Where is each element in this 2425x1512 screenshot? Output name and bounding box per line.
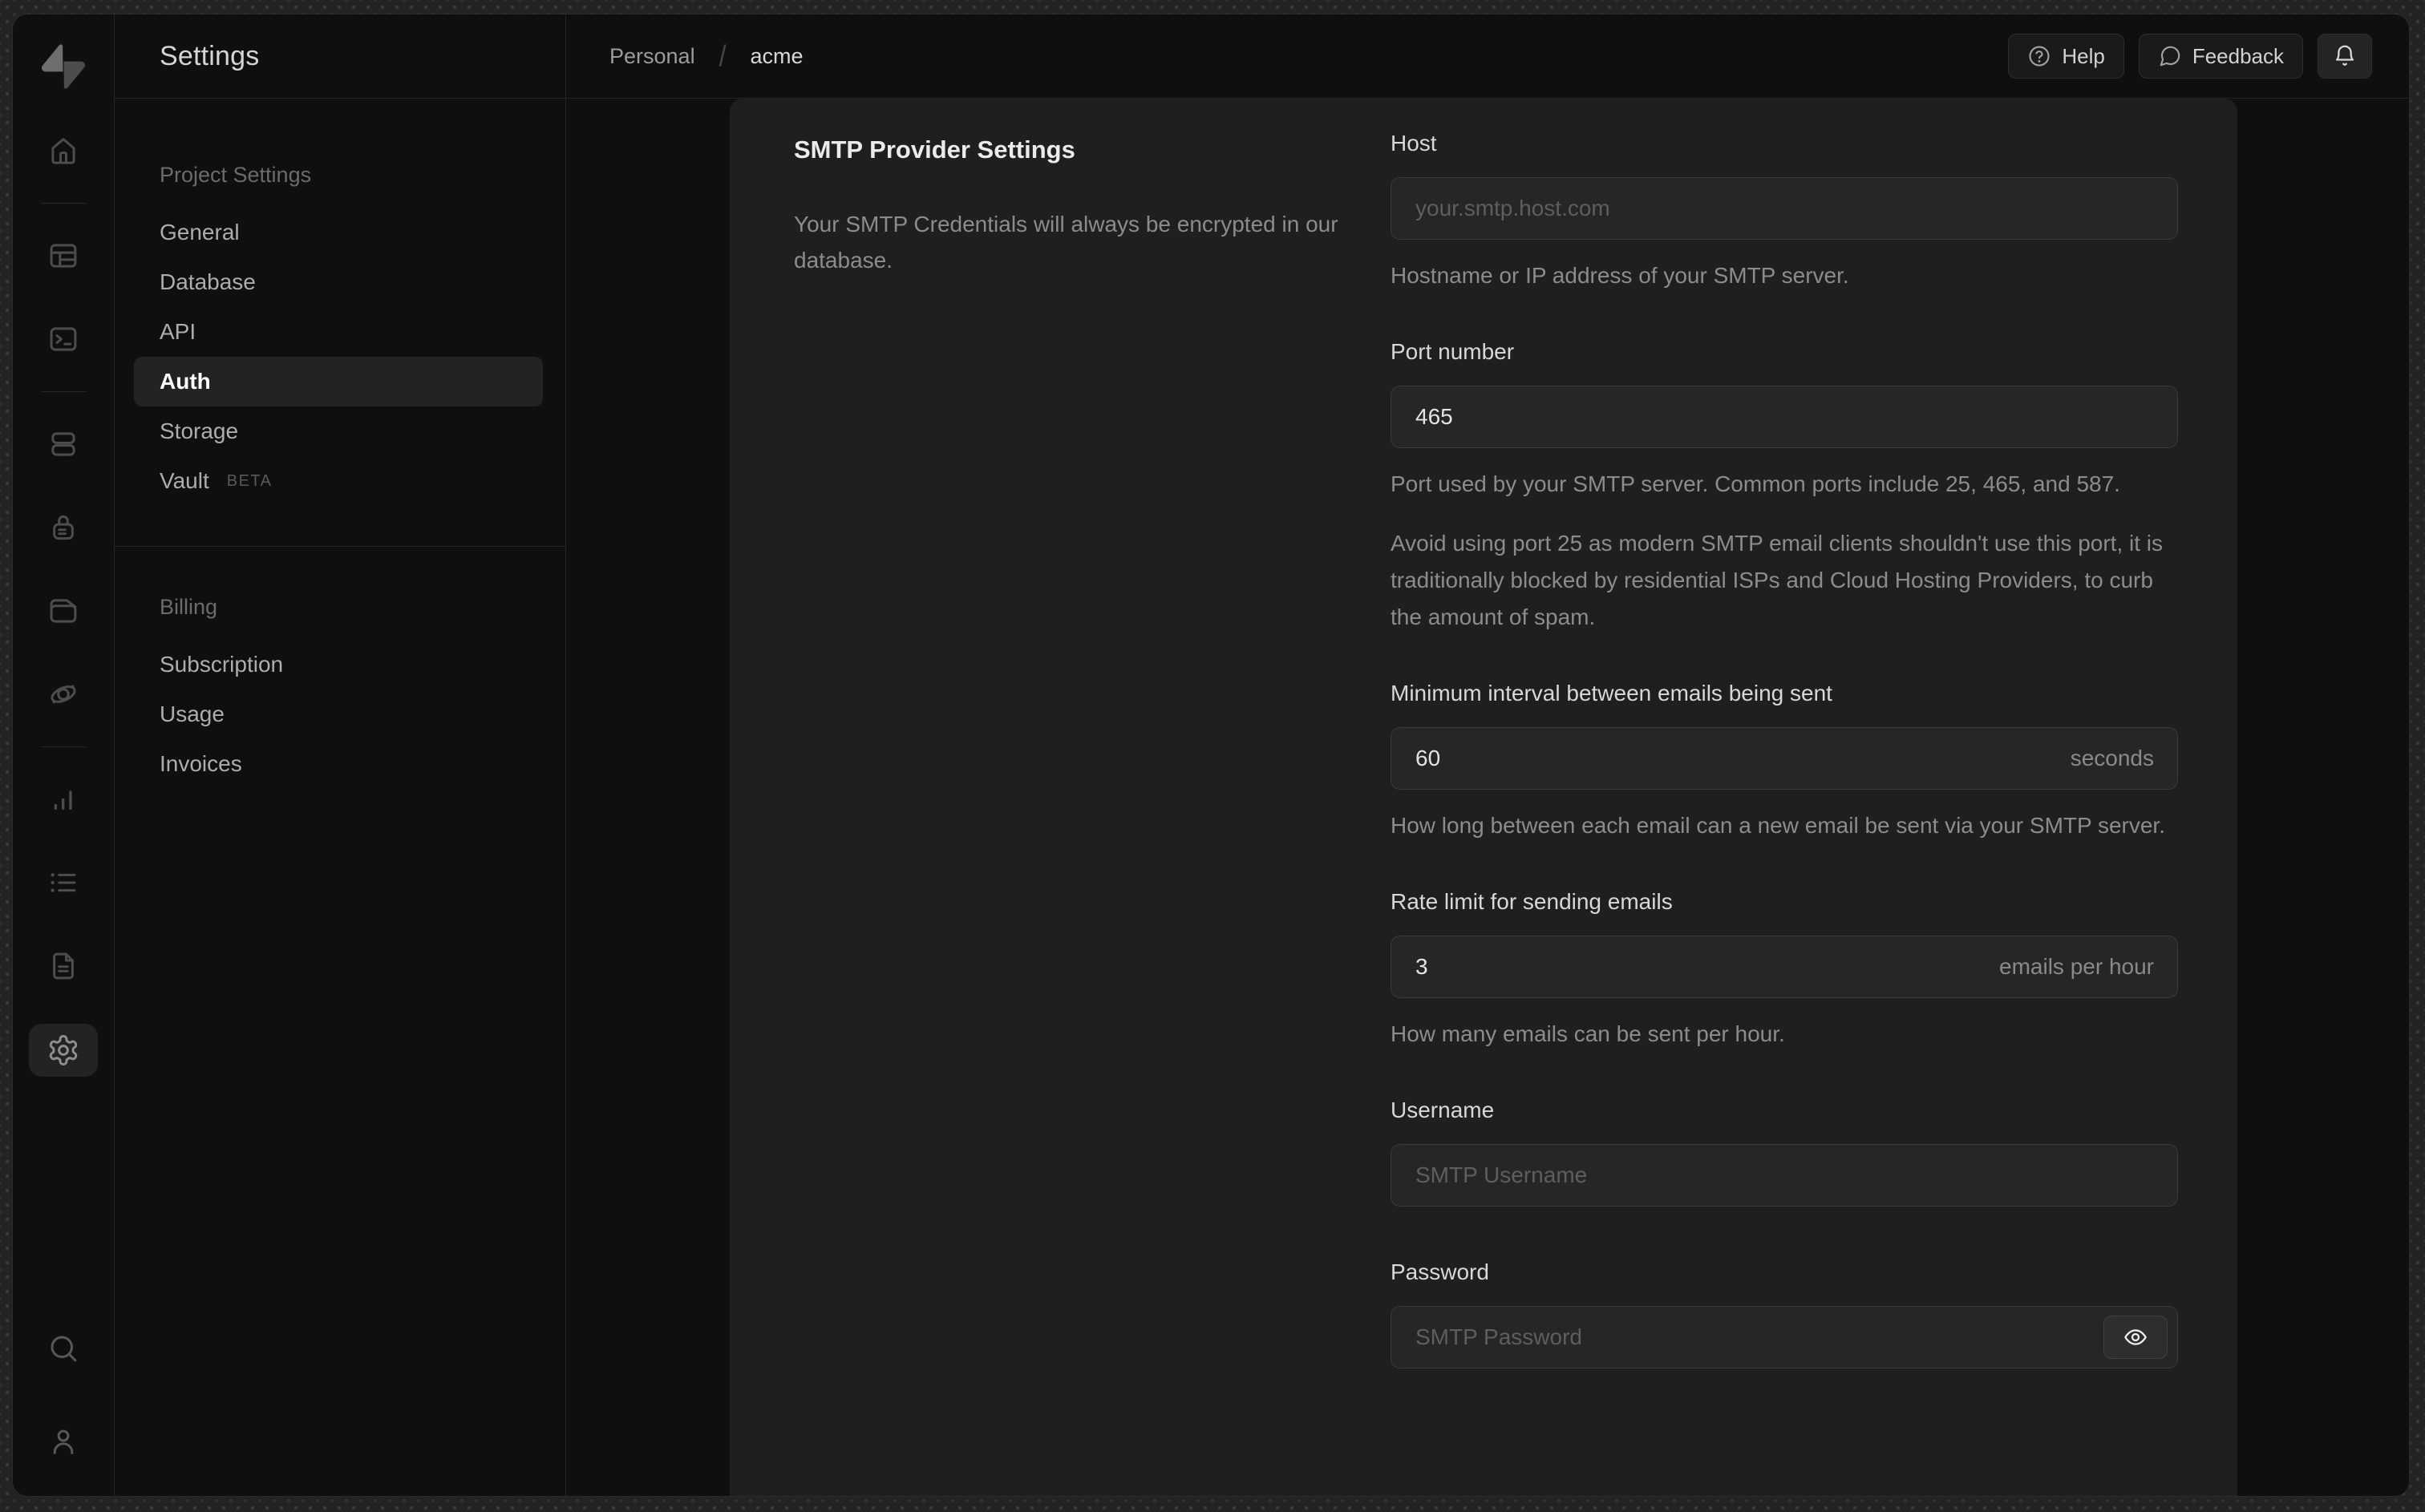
field-group-rate-limit: Rate limit for sending emails emails per…: [1391, 889, 2178, 1053]
nav-rail: [13, 14, 115, 1496]
eye-icon: [2123, 1324, 2148, 1350]
sidebar-nav: Project Settings General Database API Au…: [115, 99, 565, 789]
smtp-settings-panel: SMTP Provider Settings Your SMTP Credent…: [730, 99, 2237, 1496]
app-window: Settings Project Settings General Databa…: [13, 14, 2409, 1496]
reveal-password-button[interactable]: [2103, 1316, 2168, 1359]
field-group-port: Port number Port used by your SMTP serve…: [1391, 339, 2178, 636]
panel-heading: SMTP Provider Settings: [794, 135, 1075, 164]
search-icon[interactable]: [38, 1323, 89, 1374]
edge-functions-icon[interactable]: [38, 669, 89, 720]
sql-editor-icon[interactable]: [38, 313, 89, 365]
rate-limit-input[interactable]: [1391, 936, 2178, 998]
breadcrumb: Personal / acme: [609, 38, 804, 73]
main-area: Personal / acme Help Feedback SMTP Provi…: [566, 14, 2409, 1496]
beta-badge: BETA: [226, 471, 273, 490]
port-helper-2: Avoid using port 25 as modern SMTP email…: [1391, 531, 2164, 629]
sidebar-item-vault[interactable]: Vault BETA: [134, 456, 543, 506]
rate-limit-helper: How many emails can be sent per hour.: [1391, 1021, 1785, 1046]
password-input[interactable]: [1391, 1306, 2178, 1368]
panel-description: Your SMTP Credentials will always be enc…: [794, 212, 1338, 273]
host-label: Host: [1391, 131, 1437, 156]
reports-icon[interactable]: [38, 774, 89, 825]
section-header-project-settings: Project Settings: [160, 162, 312, 187]
supabase-logo[interactable]: [13, 14, 114, 119]
docs-icon[interactable]: [38, 940, 89, 992]
storage-icon[interactable]: [38, 585, 89, 637]
port-helper-1: Port used by your SMTP server. Common po…: [1391, 471, 2120, 496]
desktop-background: Settings Project Settings General Databa…: [0, 0, 2425, 1512]
interval-helper: How long between each email can a new em…: [1391, 813, 2165, 838]
feedback-icon: [2158, 44, 2182, 68]
help-button[interactable]: Help: [2008, 34, 2124, 79]
database-icon[interactable]: [38, 418, 89, 470]
breadcrumb-separator: /: [719, 38, 727, 73]
interval-input[interactable]: [1391, 727, 2178, 790]
topbar: Personal / acme Help Feedback: [566, 14, 2409, 99]
field-group-interval: Minimum interval between emails being se…: [1391, 681, 2178, 844]
breadcrumb-org[interactable]: Personal: [609, 44, 695, 69]
port-input[interactable]: [1391, 386, 2178, 448]
auth-icon[interactable]: [38, 502, 89, 553]
password-label: Password: [1391, 1259, 1489, 1284]
sidebar-item-usage[interactable]: Usage: [134, 689, 543, 739]
sidebar-item-api[interactable]: API: [134, 307, 543, 357]
host-input[interactable]: [1391, 177, 2178, 240]
field-group-password: Password: [1391, 1259, 2178, 1368]
port-label: Port number: [1391, 339, 1515, 364]
field-group-host: Host Hostname or IP address of your SMTP…: [1391, 131, 2178, 294]
smtp-form: Host Hostname or IP address of your SMTP…: [1391, 99, 2237, 1496]
rail-divider: [41, 391, 86, 392]
page-title: Settings: [160, 40, 260, 71]
interval-label: Minimum interval between emails being se…: [1391, 681, 1832, 705]
settings-icon[interactable]: [29, 1024, 98, 1077]
settings-sidebar: Settings Project Settings General Databa…: [115, 14, 566, 1496]
username-input[interactable]: [1391, 1144, 2178, 1207]
sidebar-header: Settings: [115, 14, 565, 99]
sidebar-item-storage[interactable]: Storage: [134, 406, 543, 456]
notifications-button[interactable]: [2318, 34, 2372, 79]
user-icon[interactable]: [38, 1416, 89, 1467]
rail-divider: [41, 203, 86, 204]
sidebar-item-subscription[interactable]: Subscription: [134, 640, 543, 689]
logs-icon[interactable]: [38, 857, 89, 908]
sidebar-divider: [115, 546, 565, 547]
help-icon: [2027, 44, 2051, 68]
rail-divider: [41, 746, 86, 747]
section-header-billing: Billing: [160, 594, 218, 619]
topbar-actions: Help Feedback: [2008, 34, 2372, 79]
home-icon[interactable]: [38, 125, 89, 176]
sidebar-item-database[interactable]: Database: [134, 257, 543, 307]
rate-limit-label: Rate limit for sending emails: [1391, 889, 1673, 914]
host-helper: Hostname or IP address of your SMTP serv…: [1391, 263, 1849, 288]
sidebar-item-auth[interactable]: Auth: [134, 357, 543, 406]
field-group-username: Username: [1391, 1098, 2178, 1207]
bell-icon: [2332, 43, 2358, 69]
table-editor-icon[interactable]: [38, 230, 89, 281]
feedback-button[interactable]: Feedback: [2138, 34, 2303, 79]
username-label: Username: [1391, 1098, 1495, 1122]
content-area: SMTP Provider Settings Your SMTP Credent…: [566, 99, 2409, 1496]
panel-section-header: SMTP Provider Settings Your SMTP Credent…: [730, 99, 1391, 1496]
breadcrumb-project[interactable]: acme: [750, 44, 803, 69]
sidebar-item-general[interactable]: General: [134, 208, 543, 257]
sidebar-item-invoices[interactable]: Invoices: [134, 739, 543, 789]
